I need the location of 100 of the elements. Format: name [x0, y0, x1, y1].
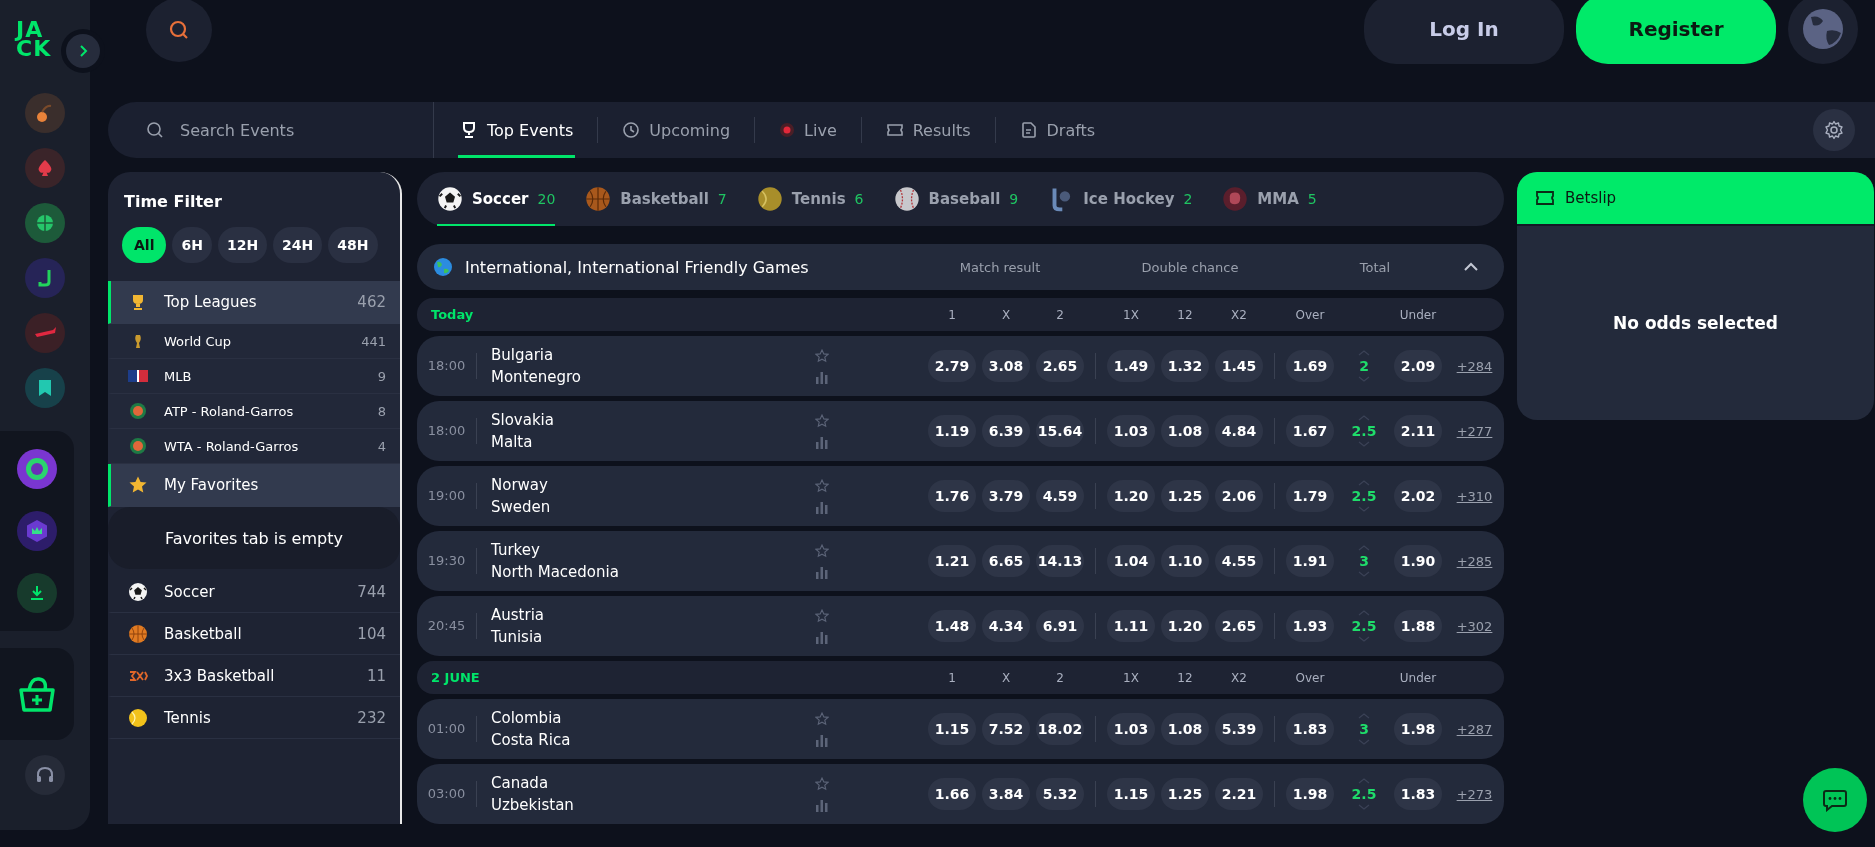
- more-markets-link[interactable]: +273: [1445, 786, 1504, 802]
- odds-button[interactable]: 4.55: [1215, 545, 1263, 577]
- time-filter-chip[interactable]: 48H: [328, 227, 378, 263]
- odds-button[interactable]: 7.52: [982, 713, 1030, 745]
- star-icon[interactable]: [815, 348, 829, 363]
- odds-button[interactable]: 15.64: [1036, 415, 1084, 447]
- odds-button[interactable]: 18.02: [1036, 713, 1084, 745]
- odds-button[interactable]: 1.19: [928, 415, 976, 447]
- odds-button[interactable]: 1.48: [928, 610, 976, 642]
- match-row[interactable]: 03:00 Canada Uzbekistan 1.66 3.84 5.32 1.15 1.25 2.21 1.98 2.5 1.83 +273: [417, 764, 1504, 824]
- odds-button[interactable]: 1.10: [1161, 545, 1209, 577]
- odds-button[interactable]: 5.32: [1036, 778, 1084, 810]
- odds-button[interactable]: 1.69: [1286, 350, 1334, 382]
- odds-button[interactable]: 3.08: [982, 350, 1030, 382]
- more-markets-link[interactable]: +284: [1445, 358, 1504, 374]
- match-row[interactable]: 18:00 Slovakia Malta 1.19 6.39 15.64 1.03 1.08 4.84 1.67 2.5 2.11 +277: [417, 401, 1504, 461]
- odds-button[interactable]: 5.39: [1215, 713, 1263, 745]
- stats-icon[interactable]: [815, 499, 829, 514]
- odds-button[interactable]: 1.21: [928, 545, 976, 577]
- betslip-header[interactable]: Betslip: [1517, 172, 1874, 226]
- odds-button[interactable]: 1.08: [1161, 713, 1209, 745]
- odds-button[interactable]: 1.93: [1286, 610, 1334, 642]
- match-row[interactable]: 18:00 Bulgaria Montenegro 2.79 3.08 2.65 1.49 1.32 1.45 1.69 2 2.09 +284: [417, 336, 1504, 396]
- odds-button[interactable]: 1.11: [1107, 610, 1155, 642]
- cherry-icon[interactable]: [25, 93, 65, 133]
- odds-button[interactable]: 1.03: [1107, 415, 1155, 447]
- search-field[interactable]: Search Events: [178, 119, 402, 141]
- login-button[interactable]: Log In: [1364, 0, 1564, 64]
- match-row[interactable]: 19:00 Norway Sweden 1.76 3.79 4.59 1.20 1.25 2.06 1.79 2.5 2.02 +310: [417, 466, 1504, 526]
- time-filter-chip[interactable]: All: [122, 227, 167, 263]
- stats-icon[interactable]: [815, 434, 829, 449]
- odds-button[interactable]: 1.20: [1107, 480, 1155, 512]
- logo[interactable]: JA CK: [16, 20, 52, 58]
- hook-icon[interactable]: [25, 258, 65, 298]
- time-filter-chip[interactable]: 12H: [217, 227, 268, 263]
- more-markets-link[interactable]: +302: [1445, 618, 1504, 634]
- stats-icon[interactable]: [815, 629, 829, 644]
- odds-button[interactable]: 3.79: [982, 480, 1030, 512]
- star-icon[interactable]: [815, 711, 829, 726]
- crown-icon[interactable]: [17, 511, 57, 551]
- sidebar-item[interactable]: Top Leagues 462: [108, 281, 400, 324]
- sport-tab[interactable]: Tennis 6: [756, 172, 864, 226]
- odds-button[interactable]: 2.09: [1394, 350, 1442, 382]
- odds-button[interactable]: 1.03: [1107, 713, 1155, 745]
- nav-tab[interactable]: Results: [883, 102, 973, 158]
- sport-tab[interactable]: MMA 5: [1222, 172, 1317, 226]
- star-icon[interactable]: [815, 608, 829, 623]
- odds-button[interactable]: 4.84: [1215, 415, 1263, 447]
- odds-button[interactable]: 6.39: [982, 415, 1030, 447]
- odds-button[interactable]: 1.76: [928, 480, 976, 512]
- sport-tab[interactable]: Ice Hockey 2: [1048, 172, 1193, 226]
- odds-button[interactable]: 1.15: [928, 713, 976, 745]
- odds-button[interactable]: 1.90: [1394, 545, 1442, 577]
- match-row[interactable]: 19:30 Turkey North Macedonia 1.21 6.65 14.13 1.04 1.10 4.55 1.91 3 1.90 +285: [417, 531, 1504, 591]
- nav-tab[interactable]: Live: [777, 102, 839, 158]
- more-markets-link[interactable]: +277: [1445, 423, 1504, 439]
- more-markets-link[interactable]: +285: [1445, 553, 1504, 569]
- odds-button[interactable]: 1.04: [1107, 545, 1155, 577]
- more-markets-link[interactable]: +310: [1445, 488, 1504, 504]
- time-filter-chip[interactable]: 6H: [172, 227, 212, 263]
- odds-button[interactable]: 2.11: [1394, 415, 1442, 447]
- nav-tab[interactable]: Top Events: [458, 102, 576, 158]
- bookmark-icon[interactable]: [25, 368, 65, 408]
- odds-button[interactable]: 1.49: [1107, 350, 1155, 382]
- stats-icon[interactable]: [815, 797, 829, 812]
- basketball-icon[interactable]: [25, 203, 65, 243]
- odds-button[interactable]: 2.02: [1394, 480, 1442, 512]
- globe-button[interactable]: [1788, 0, 1858, 64]
- odds-button[interactable]: 4.34: [982, 610, 1030, 642]
- odds-button[interactable]: 2.21: [1215, 778, 1263, 810]
- odds-button[interactable]: 1.83: [1394, 778, 1442, 810]
- stats-icon[interactable]: [815, 369, 829, 384]
- time-filter-chip[interactable]: 24H: [273, 227, 323, 263]
- sidebar-item[interactable]: My Favorites: [108, 464, 400, 507]
- more-markets-link[interactable]: +287: [1445, 721, 1504, 737]
- odds-button[interactable]: 2.65: [1036, 350, 1084, 382]
- odds-button[interactable]: 1.66: [928, 778, 976, 810]
- odds-button[interactable]: 3.84: [982, 778, 1030, 810]
- match-row[interactable]: 01:00 Colombia Costa Rica 1.15 7.52 18.02 1.03 1.08 5.39 1.83 3 1.98 +287: [417, 699, 1504, 759]
- odds-button[interactable]: 1.15: [1107, 778, 1155, 810]
- odds-button[interactable]: 6.91: [1036, 610, 1084, 642]
- odds-button[interactable]: 6.65: [982, 545, 1030, 577]
- odds-button[interactable]: 1.32: [1161, 350, 1209, 382]
- star-icon[interactable]: [815, 413, 829, 428]
- odds-button[interactable]: 1.08: [1161, 415, 1209, 447]
- star-icon[interactable]: [815, 478, 829, 493]
- sport-tab[interactable]: Soccer 20: [437, 172, 556, 226]
- nav-tab[interactable]: Upcoming: [620, 102, 733, 158]
- sidebar-item[interactable]: ATP - Roland-Garros 8: [108, 394, 400, 429]
- sidebar-item[interactable]: World Cup 441: [108, 324, 400, 359]
- headset-icon[interactable]: [25, 755, 65, 795]
- odds-button[interactable]: 1.98: [1286, 778, 1334, 810]
- star-icon[interactable]: [815, 776, 829, 791]
- odds-button[interactable]: 1.25: [1161, 480, 1209, 512]
- sport-tab[interactable]: Baseball 9: [893, 172, 1019, 226]
- odds-button[interactable]: 2.79: [928, 350, 976, 382]
- odds-button[interactable]: 2.06: [1215, 480, 1263, 512]
- odds-button[interactable]: 1.79: [1286, 480, 1334, 512]
- odds-button[interactable]: 4.59: [1036, 480, 1084, 512]
- odds-button[interactable]: 14.13: [1036, 545, 1084, 577]
